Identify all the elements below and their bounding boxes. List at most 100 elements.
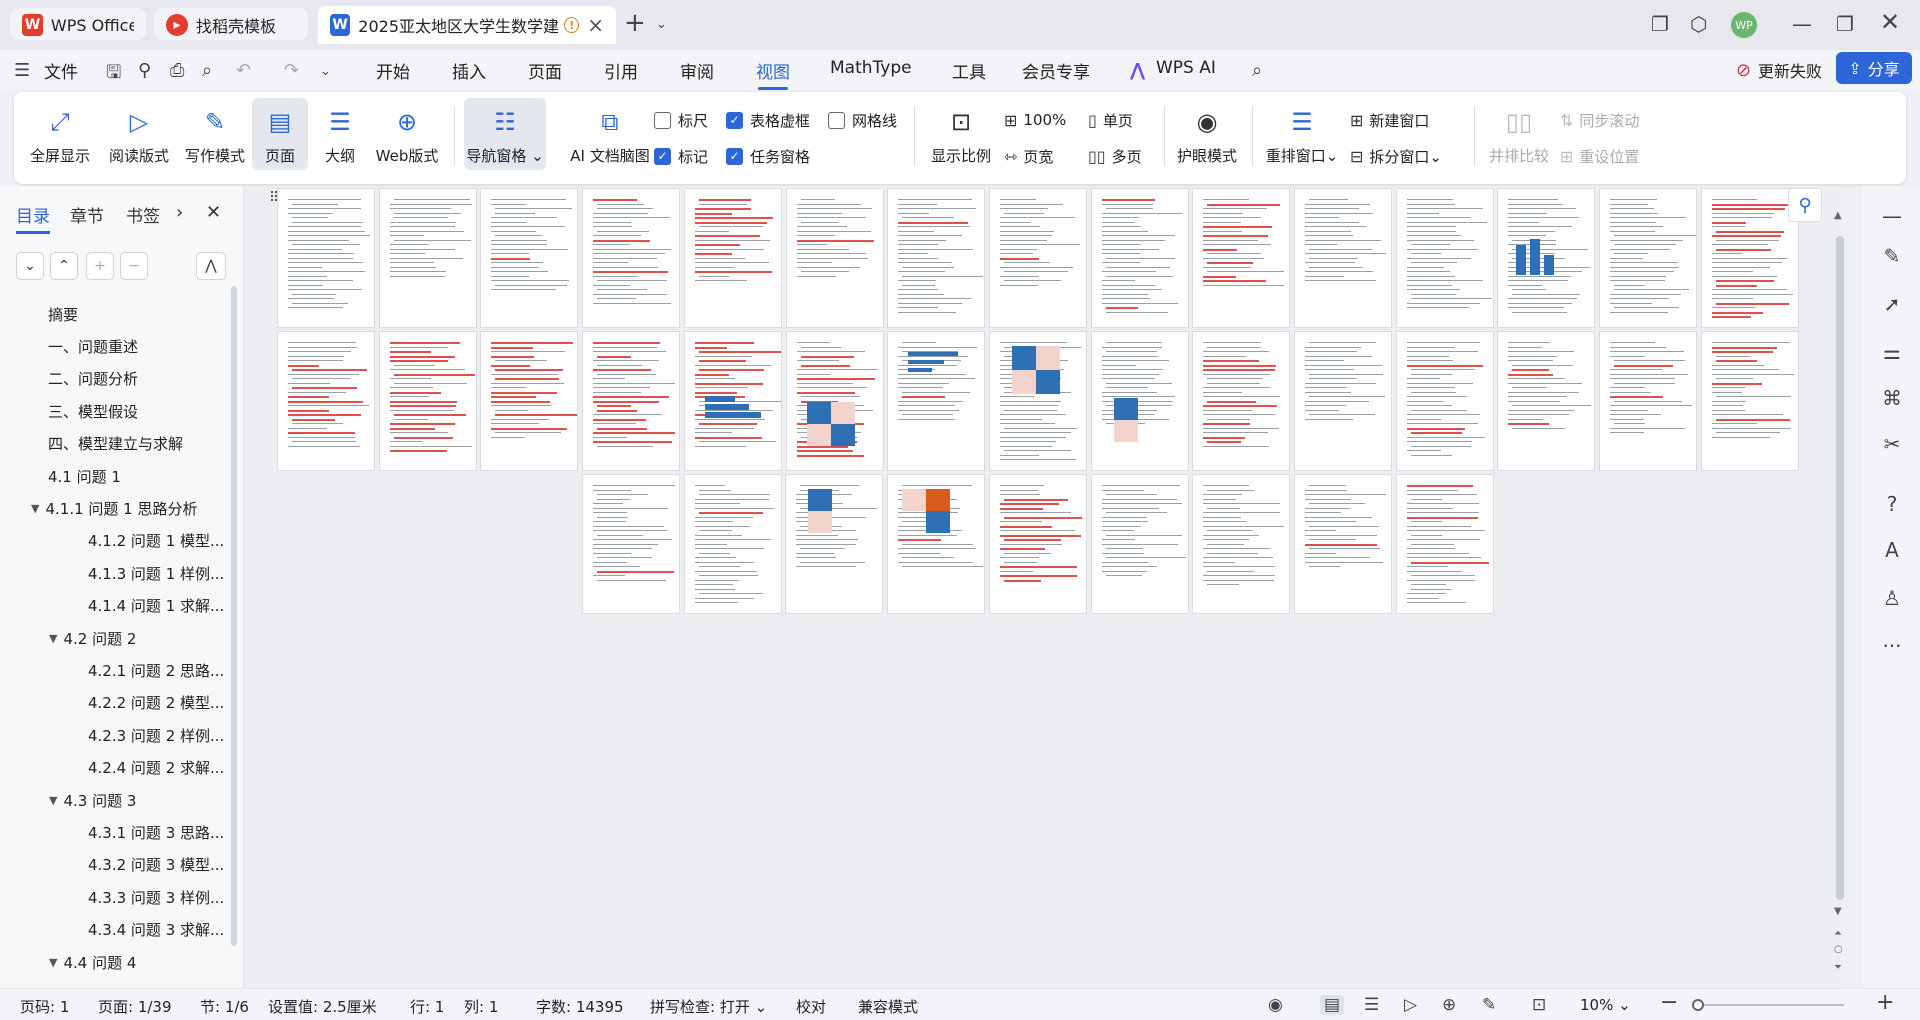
eye-care-button[interactable]: ◉ 护眼模式 (1174, 98, 1240, 170)
toc-item[interactable]: 4.2.2 问题 2 模型... (88, 691, 224, 715)
print-preview-icon[interactable]: ⌕ (202, 60, 212, 81)
tab-document[interactable]: W 2025亚太地区大学生数学建模 ! × (318, 6, 616, 44)
page-thumbnail[interactable] (988, 331, 1087, 471)
remove-heading-button[interactable]: − (120, 252, 148, 280)
toc-item[interactable]: 三、模型假设 (48, 399, 138, 423)
ai-outline-button[interactable]: ⋀ (196, 252, 226, 280)
toc-item[interactable]: 摘要 (48, 302, 78, 326)
toc-item[interactable]: ▼ 4.3 问题 3 (49, 788, 136, 812)
save-icon[interactable]: 🖫 (106, 60, 121, 90)
web-view-icon[interactable]: ⊕ (1442, 995, 1456, 1015)
menu-mathtype[interactable]: MathType (830, 58, 912, 78)
page-thumbnail[interactable] (887, 188, 986, 328)
toc-item[interactable]: ▼ 4.1.1 问题 1 思路分析 (31, 496, 197, 520)
new-tab-button[interactable]: + (624, 8, 646, 38)
restore-icon[interactable]: ❐ (1836, 12, 1854, 36)
close-pane-icon[interactable]: ✕ (206, 202, 221, 223)
page-thumbnail[interactable] (378, 188, 477, 328)
location-pin-icon[interactable]: ⚲ (1788, 188, 1822, 222)
page-thumbnail[interactable] (1395, 188, 1494, 328)
tab-toc[interactable]: 目录 (16, 202, 50, 234)
single-page-button[interactable]: ▯ 单页 (1088, 108, 1133, 132)
page-thumbnail[interactable] (378, 331, 477, 471)
table-grid-checkbox[interactable]: ✓ 表格虚框 (726, 108, 810, 132)
search-icon[interactable]: ⌕ (1252, 60, 1262, 81)
help-icon[interactable]: ? (1880, 492, 1904, 516)
page-thumbnail[interactable] (1395, 331, 1494, 471)
undo-icon[interactable]: ↶ (236, 60, 251, 81)
page-thumbnail[interactable] (1497, 331, 1596, 471)
select-cursor-icon[interactable]: ➚ (1880, 292, 1904, 316)
split-window-button[interactable]: ⊟ 拆分窗口⌄ (1350, 144, 1442, 168)
menu-file[interactable]: 文件 (44, 58, 78, 83)
adjust-sliders-icon[interactable]: ⚌ (1880, 340, 1904, 364)
status-spell-check[interactable]: 拼写检查: 打开 ⌄ (650, 996, 767, 1017)
collapse-up-button[interactable]: ⌃ (50, 252, 78, 280)
web-view-button[interactable]: ⊕ Web版式 (372, 98, 442, 170)
menu-wps-ai[interactable]: WPS AI (1156, 58, 1216, 78)
warning-icon[interactable]: ! (564, 17, 580, 33)
caret-down-icon[interactable]: ▼ (31, 502, 39, 515)
page-view-button[interactable]: ▤ 页面 (252, 98, 308, 170)
page-view-icon[interactable]: ▤ (1320, 995, 1345, 1015)
menu-reference[interactable]: 引用 (604, 58, 638, 83)
scroll-down-icon[interactable]: ▼ (1834, 906, 1842, 917)
write-mode-icon[interactable]: ✎ (1482, 995, 1496, 1015)
page-thumbnail[interactable] (887, 474, 986, 614)
zoom-slider-knob[interactable] (1692, 999, 1704, 1011)
menu-view[interactable]: 视图 (756, 58, 790, 90)
outline-button[interactable]: ☰ 大纲 (316, 98, 364, 170)
page-thumbnail[interactable] (480, 331, 579, 471)
toc-item[interactable]: 二、问题分析 (48, 367, 138, 391)
caret-down-icon[interactable]: ▼ (49, 956, 57, 969)
nav-scrollbar[interactable] (231, 286, 237, 946)
share-button[interactable]: ⇪ 分享 (1836, 52, 1912, 84)
expand-down-button[interactable]: ⌄ (16, 252, 44, 280)
page-thumbnail[interactable] (683, 331, 782, 471)
page-thumbnail[interactable] (1293, 474, 1392, 614)
toc-item[interactable]: 4.2.1 问题 2 思路... (88, 658, 224, 682)
scroll-up-icon[interactable]: ▲ (1834, 210, 1842, 221)
toc-item[interactable]: 4.1.4 问题 1 求解... (88, 594, 224, 618)
page-thumbnail[interactable] (1192, 188, 1291, 328)
status-page-num[interactable]: 页码: 1 (20, 996, 69, 1017)
page-thumbnail[interactable] (1090, 474, 1189, 614)
zoom-ratio-button[interactable]: ⊡ 显示比例 (928, 98, 994, 170)
update-fail-label[interactable]: 更新失败 (1758, 58, 1822, 82)
page-thumbnail[interactable] (1090, 188, 1189, 328)
zoom-slider[interactable] (1694, 1004, 1844, 1006)
page-width-button[interactable]: ⇿ 页宽 (1004, 144, 1053, 168)
write-mode-button[interactable]: ✎ 写作模式 (182, 98, 248, 170)
caret-down-icon[interactable]: ▼ (49, 632, 57, 645)
page-thumbnail[interactable] (683, 474, 782, 614)
nav-pane-button[interactable]: ☷ 导航窗格 ⌄ (464, 98, 546, 170)
toc-item[interactable]: ▼ 4.4 问题 4 (49, 950, 136, 974)
status-page-count[interactable]: 页面: 1/39 (98, 996, 172, 1017)
multi-page-button[interactable]: ▯▯ 多页 (1088, 144, 1142, 168)
page-thumbnail[interactable] (480, 188, 579, 328)
page-thumbnail[interactable] (582, 474, 680, 614)
link-icon[interactable]: ⚲ (138, 60, 151, 81)
chevron-right-icon[interactable]: › (176, 202, 183, 223)
menu-tools[interactable]: 工具 (952, 58, 986, 83)
menu-member[interactable]: 会员专享 (1022, 58, 1090, 83)
page-thumbnail[interactable] (1192, 474, 1291, 614)
tab-docer-templates[interactable]: ▸ 找稻壳模板 (154, 6, 308, 44)
window-list-icon[interactable]: ❐ (1651, 12, 1669, 36)
ruler-checkbox[interactable]: 标尺 (654, 108, 708, 132)
chevron-down-icon[interactable]: ⌄ (656, 17, 667, 32)
close-tab-icon[interactable]: × (579, 13, 604, 37)
prev-page-icon[interactable]: ⏶ (1834, 928, 1842, 939)
toc-item[interactable]: 4.2.4 问题 2 求解... (88, 756, 224, 780)
page-thumbnail[interactable] (277, 331, 375, 471)
page-thumbnail[interactable] (1700, 331, 1799, 471)
rearrange-window-button[interactable]: ☰ 重排窗口⌄ (1262, 98, 1342, 170)
menu-page[interactable]: 页面 (528, 58, 562, 83)
page-thumbnail[interactable] (1395, 474, 1494, 614)
toc-item[interactable]: 4.1.2 问题 1 模型... (88, 529, 224, 553)
page-thumbnail[interactable] (1700, 188, 1799, 328)
zoom-level[interactable]: 10% ⌄ (1580, 996, 1631, 1014)
tab-bookmarks[interactable]: 书签 (126, 202, 160, 227)
status-col[interactable]: 列: 1 (464, 996, 498, 1017)
edit-pen-icon[interactable]: ✎ (1880, 244, 1904, 268)
